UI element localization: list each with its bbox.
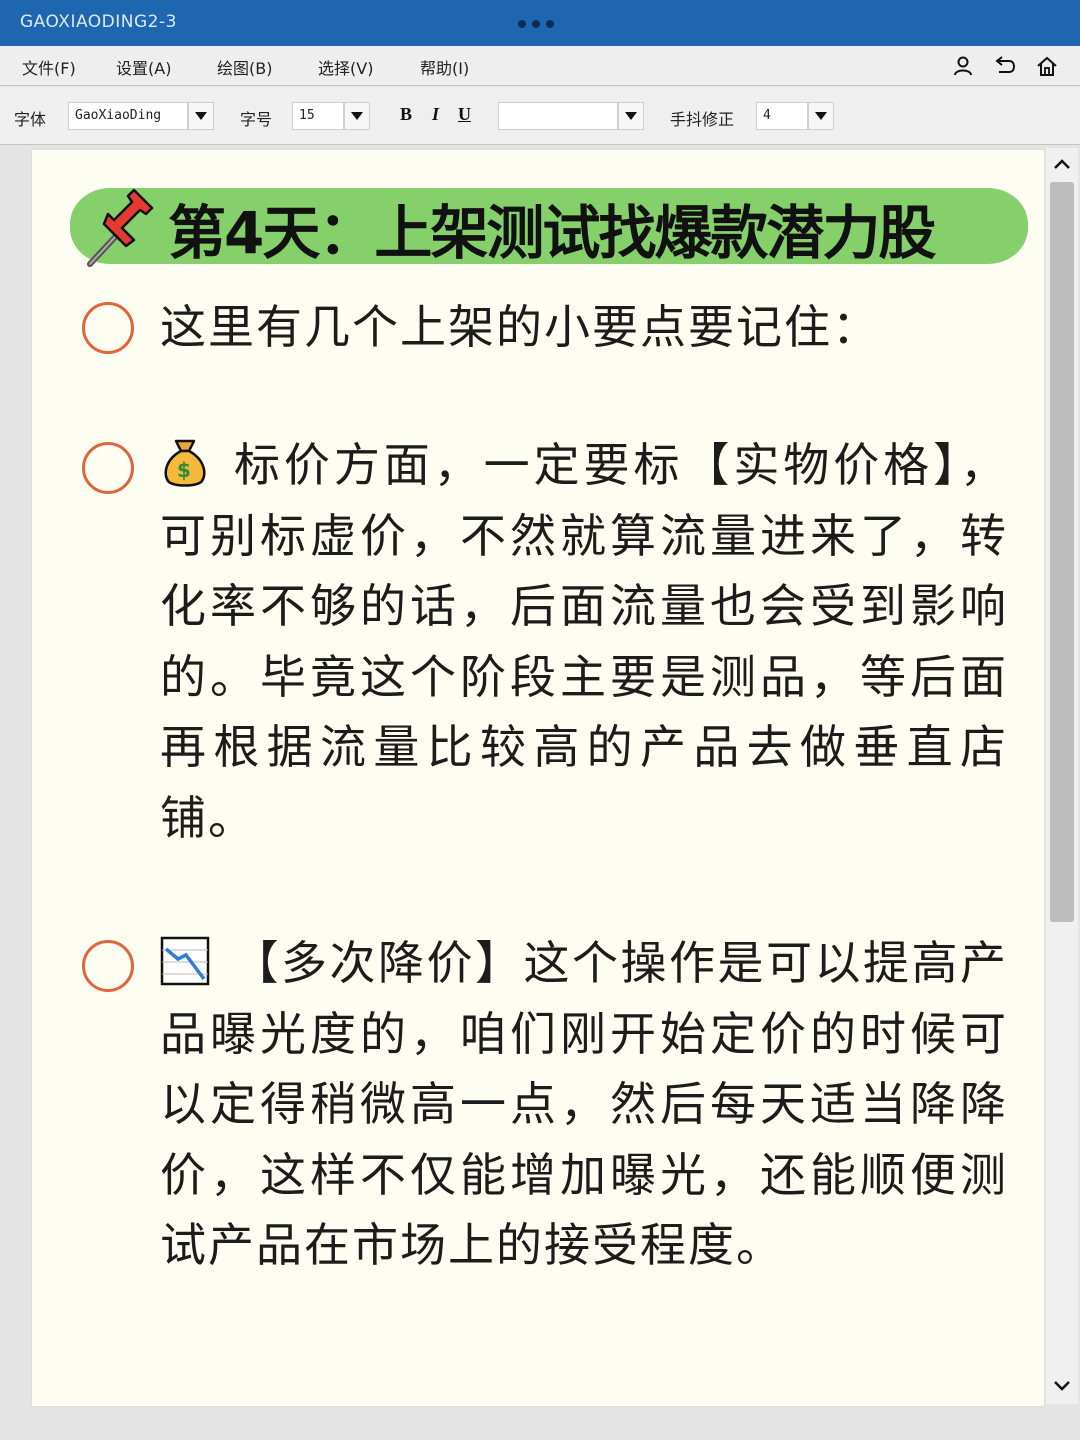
color-select[interactable] <box>498 102 618 130</box>
size-dropdown-icon[interactable] <box>344 102 370 130</box>
bullet-circle-icon <box>82 940 134 992</box>
user-icon[interactable] <box>950 54 976 78</box>
underline-button[interactable]: U <box>458 104 471 125</box>
document-area: 第4天：上架测试找爆款潜力股 这里有几个上架的小要点要记住： $ 标价方面，一定… <box>0 146 1080 1440</box>
menu-draw[interactable]: 绘图(B) <box>217 55 272 79</box>
svg-text:$: $ <box>177 458 193 482</box>
bullet-circle-icon <box>82 302 134 354</box>
italic-button[interactable]: I <box>432 104 439 125</box>
title-bar: GAOXIAODING2-3 <box>0 0 1080 46</box>
list-item-text: 这里有几个上架的小要点要记住： <box>160 300 880 354</box>
scroll-up-icon[interactable] <box>1052 154 1072 174</box>
home-icon[interactable] <box>1034 54 1060 78</box>
pushpin-icon <box>87 188 154 267</box>
scrollbar-thumb[interactable] <box>1050 182 1074 922</box>
window-actions <box>950 54 1060 78</box>
chart-decreasing-icon <box>160 936 210 986</box>
more-options-icon[interactable] <box>518 20 554 28</box>
menu-settings[interactable]: 设置(A) <box>116 55 171 79</box>
format-toolbar: 字体 GaoXiaoDing 字号 15 B I U 手抖修正 4 <box>0 87 1080 145</box>
font-select[interactable]: GaoXiaoDing <box>68 102 188 130</box>
list-item-body: $ 标价方面，一定要标【实物价格】，可别标虚价，不然就算流量进来了，转化率不够的… <box>160 430 1008 853</box>
size-select[interactable]: 15 <box>292 102 344 130</box>
menu-select[interactable]: 选择(V) <box>318 55 373 79</box>
scroll-down-icon[interactable] <box>1052 1376 1072 1396</box>
menu-file[interactable]: 文件(F) <box>22 55 76 79</box>
money-bag-icon: $ <box>164 439 206 487</box>
undo-icon[interactable] <box>992 54 1018 78</box>
list-item-text: 标价方面，一定要标【实物价格】，可别标虚价，不然就算流量进来了，转化率不够的话，… <box>160 438 1008 845</box>
list-item-body: 【多次降价】这个操作是可以提高产品曝光度的，咱们刚开始定价的时候可以定得稍微高一… <box>160 928 1008 1281</box>
font-label: 字体 <box>14 110 47 129</box>
shake-dropdown-icon[interactable] <box>808 102 834 130</box>
heading: 第4天：上架测试找爆款潜力股 <box>70 180 1030 268</box>
list-item-text: 【多次降价】这个操作是可以提高产品曝光度的，咱们刚开始定价的时候可以定得稍微高一… <box>160 936 1008 1272</box>
menu-help[interactable]: 帮助(I) <box>420 55 469 79</box>
window-title: GAOXIAODING2-3 <box>20 12 177 32</box>
size-label: 字号 <box>240 110 273 129</box>
color-dropdown-icon[interactable] <box>618 102 644 130</box>
font-dropdown-icon[interactable] <box>188 102 214 130</box>
shake-correction-label: 手抖修正 <box>670 110 735 129</box>
document-page[interactable]: 第4天：上架测试找爆款潜力股 这里有几个上架的小要点要记住： $ 标价方面，一定… <box>32 150 1044 1406</box>
shake-correction-select[interactable]: 4 <box>756 102 808 130</box>
bullet-circle-icon <box>82 442 134 494</box>
bold-button[interactable]: B <box>400 104 412 125</box>
menu-bar: 文件(F) 设置(A) 绘图(B) 选择(V) 帮助(I) <box>0 46 1080 86</box>
heading-text: 第4天：上架测试找爆款潜力股 <box>168 199 936 267</box>
vertical-scrollbar[interactable] <box>1046 148 1078 1404</box>
